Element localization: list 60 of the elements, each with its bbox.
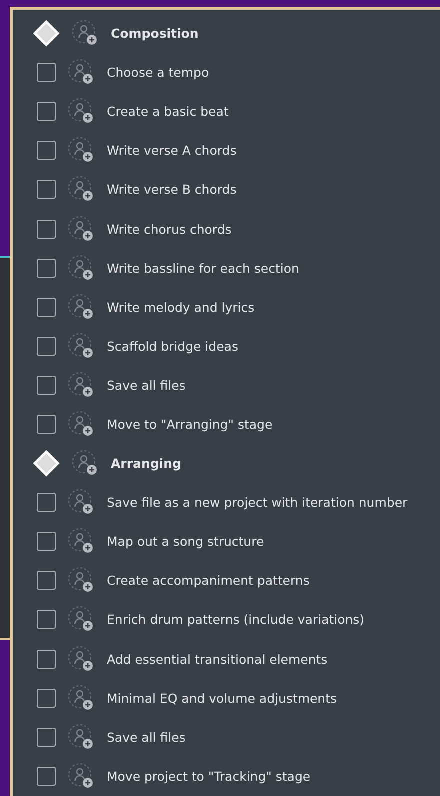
- checkbox[interactable]: [37, 650, 56, 669]
- task-label: Create accompaniment patterns: [107, 573, 310, 588]
- task-label: Move to "Arranging" stage: [107, 416, 273, 432]
- diamond-icon: [33, 450, 60, 478]
- task-label: Save all files: [107, 378, 186, 393]
- add-person-icon[interactable]: [68, 567, 95, 594]
- add-person-icon[interactable]: [68, 332, 95, 360]
- checkbox[interactable]: [37, 766, 56, 786]
- checkbox[interactable]: [37, 610, 56, 630]
- add-person-icon[interactable]: [72, 450, 99, 478]
- section-title: Composition: [111, 26, 199, 42]
- checkbox[interactable]: [37, 571, 56, 590]
- task-label: Write melody and lyrics: [107, 300, 255, 315]
- task-label: Scaffold bridge ideas: [107, 338, 238, 354]
- checkbox[interactable]: [37, 258, 56, 278]
- add-person-icon[interactable]: [68, 137, 95, 164]
- checkbox[interactable]: [37, 220, 56, 239]
- diamond-icon: [33, 20, 60, 48]
- add-person-icon[interactable]: [68, 528, 95, 556]
- add-person-icon[interactable]: [68, 294, 95, 321]
- task-label: Map out a song structure: [107, 534, 264, 550]
- checkbox[interactable]: [37, 688, 56, 708]
- task-label: Write bassline for each section: [107, 260, 300, 276]
- checkbox[interactable]: [37, 141, 56, 160]
- checkbox[interactable]: [37, 493, 56, 512]
- checkbox[interactable]: [37, 102, 56, 122]
- task-label: Save all files: [107, 730, 186, 745]
- add-person-icon[interactable]: [68, 684, 95, 712]
- add-person-icon[interactable]: [68, 372, 95, 399]
- add-person-icon[interactable]: [68, 724, 95, 751]
- checkbox[interactable]: [37, 298, 56, 317]
- task-label: Enrich drum patterns (include variations): [107, 612, 365, 628]
- task-label: Add essential transitional elements: [107, 652, 328, 667]
- checkbox[interactable]: [37, 180, 56, 200]
- checkbox[interactable]: [37, 63, 56, 82]
- add-person-icon[interactable]: [68, 98, 95, 126]
- checkbox[interactable]: [37, 532, 56, 552]
- add-person-icon[interactable]: [68, 762, 95, 790]
- section-title: Arranging: [111, 456, 182, 472]
- checkbox[interactable]: [37, 414, 56, 434]
- add-person-icon[interactable]: [68, 489, 95, 516]
- add-person-icon[interactable]: [68, 59, 95, 86]
- add-person-icon[interactable]: [68, 216, 95, 243]
- add-person-icon[interactable]: [68, 254, 95, 282]
- add-person-icon[interactable]: [68, 606, 95, 634]
- checkbox[interactable]: [37, 728, 56, 747]
- add-person-icon[interactable]: [68, 410, 95, 438]
- task-label: Write verse A chords: [107, 143, 237, 158]
- task-label: Minimal EQ and volume adjustments: [107, 690, 338, 706]
- task-label: Save file as a new project with iteration number: [107, 495, 408, 510]
- add-person-icon[interactable]: [68, 176, 95, 204]
- checkbox[interactable]: [37, 336, 56, 356]
- add-person-icon[interactable]: [68, 646, 95, 673]
- checkbox[interactable]: [37, 376, 56, 395]
- task-label: Write verse B chords: [107, 182, 237, 198]
- add-person-icon[interactable]: [72, 20, 99, 48]
- task-label: Create a basic beat: [107, 104, 229, 120]
- task-label: Choose a tempo: [107, 65, 210, 80]
- task-label: Write chorus chords: [107, 222, 232, 237]
- task-label: Move project to "Tracking" stage: [107, 768, 311, 784]
